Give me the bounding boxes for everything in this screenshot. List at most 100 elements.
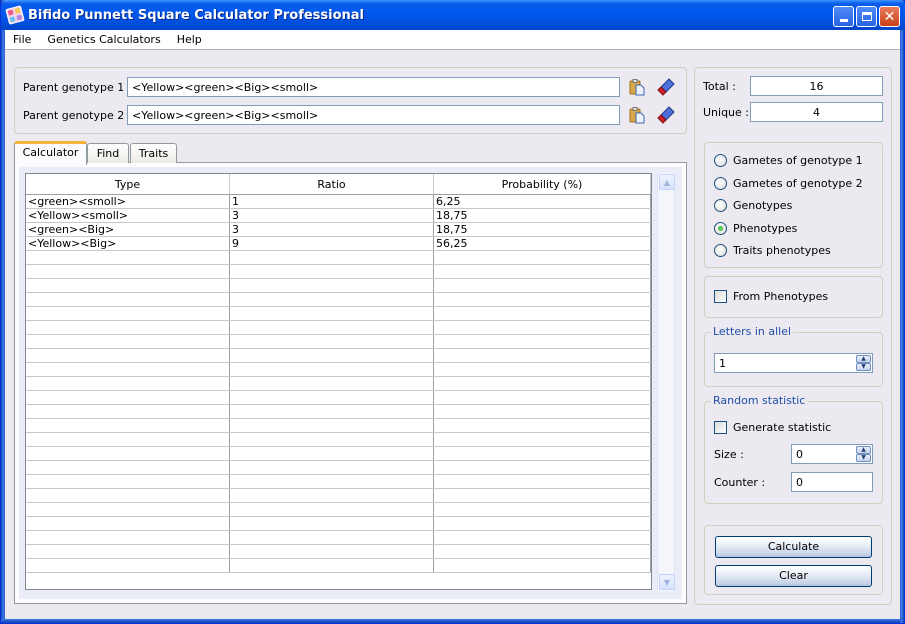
cell-empty[interactable] xyxy=(230,503,434,516)
cell-empty[interactable] xyxy=(230,489,434,502)
radio-phenotypes[interactable]: Phenotypes xyxy=(714,222,797,235)
cell-probability[interactable]: 56,25 xyxy=(434,237,651,250)
cell-empty[interactable] xyxy=(230,377,434,390)
cell-empty[interactable] xyxy=(230,363,434,376)
empty-table-row[interactable] xyxy=(26,307,651,321)
cell-type[interactable]: <Yellow><Big> xyxy=(26,237,230,250)
scroll-up-button[interactable]: ▲ xyxy=(659,174,675,190)
empty-table-row[interactable] xyxy=(26,419,651,433)
cell-empty[interactable] xyxy=(230,405,434,418)
empty-table-row[interactable] xyxy=(26,433,651,447)
letters-in-allel-stepper[interactable]: 1 ▲ ▼ xyxy=(714,353,873,373)
cell-empty[interactable] xyxy=(434,447,651,460)
radio-button[interactable] xyxy=(714,244,727,257)
counter-input[interactable]: 0 xyxy=(791,472,873,492)
cell-empty[interactable] xyxy=(434,517,651,530)
table-row[interactable]: <Yellow><Big> 9 56,25 xyxy=(26,237,651,251)
cell-empty[interactable] xyxy=(434,419,651,432)
spin-down-button[interactable]: ▼ xyxy=(856,363,871,371)
cell-empty[interactable] xyxy=(26,251,230,264)
cell-ratio[interactable]: 3 xyxy=(230,223,434,236)
radio-traits-phenotypes[interactable]: Traits phenotypes xyxy=(714,244,831,257)
table-row[interactable]: <Yellow><smoll> 3 18,75 xyxy=(26,209,651,223)
cell-ratio[interactable]: 1 xyxy=(230,195,434,208)
cell-empty[interactable] xyxy=(26,461,230,474)
cell-probability[interactable]: 18,75 xyxy=(434,223,651,236)
cell-empty[interactable] xyxy=(230,531,434,544)
empty-table-row[interactable] xyxy=(26,265,651,279)
empty-table-row[interactable] xyxy=(26,447,651,461)
paste-genotype-1-button[interactable] xyxy=(628,78,646,96)
radio-button[interactable] xyxy=(714,177,727,190)
cell-empty[interactable] xyxy=(434,489,651,502)
maximize-button[interactable] xyxy=(856,6,877,27)
cell-empty[interactable] xyxy=(230,461,434,474)
empty-table-row[interactable] xyxy=(26,559,651,573)
clear-genotype-2-button[interactable] xyxy=(657,106,675,124)
parent-genotype-2-input[interactable]: <Yellow><green><Big><smoll> xyxy=(127,105,620,125)
cell-empty[interactable] xyxy=(230,293,434,306)
cell-empty[interactable] xyxy=(434,391,651,404)
cell-empty[interactable] xyxy=(434,475,651,488)
empty-table-row[interactable] xyxy=(26,517,651,531)
tab-calculator[interactable]: Calculator xyxy=(14,141,87,165)
cell-empty[interactable] xyxy=(434,405,651,418)
cell-empty[interactable] xyxy=(434,251,651,264)
empty-table-row[interactable] xyxy=(26,349,651,363)
cell-empty[interactable] xyxy=(230,279,434,292)
cell-empty[interactable] xyxy=(434,545,651,558)
cell-empty[interactable] xyxy=(434,335,651,348)
empty-table-row[interactable] xyxy=(26,391,651,405)
cell-empty[interactable] xyxy=(434,531,651,544)
table-row[interactable]: <green><smoll> 1 6,25 xyxy=(26,195,651,209)
radio-button[interactable] xyxy=(714,199,727,212)
menu-help[interactable]: Help xyxy=(169,31,210,49)
cell-empty[interactable] xyxy=(230,419,434,432)
cell-empty[interactable] xyxy=(26,475,230,488)
clear-button[interactable]: Clear xyxy=(715,565,872,587)
cell-empty[interactable] xyxy=(230,475,434,488)
cell-type[interactable]: <Yellow><smoll> xyxy=(26,209,230,222)
empty-table-row[interactable] xyxy=(26,377,651,391)
cell-empty[interactable] xyxy=(230,433,434,446)
spin-down-button[interactable]: ▼ xyxy=(856,454,871,462)
radio-gametes-of-genotype-1[interactable]: Gametes of genotype 1 xyxy=(714,154,863,167)
scroll-down-button[interactable]: ▼ xyxy=(659,574,675,590)
column-header-ratio[interactable]: Ratio xyxy=(230,174,434,194)
size-stepper[interactable]: 0 ▲ ▼ xyxy=(791,444,873,464)
from-phenotypes-checkbox[interactable]: From Phenotypes xyxy=(714,290,828,303)
cell-empty[interactable] xyxy=(26,545,230,558)
cell-empty[interactable] xyxy=(26,265,230,278)
empty-table-row[interactable] xyxy=(26,293,651,307)
radio-genotypes[interactable]: Genotypes xyxy=(714,199,792,212)
cell-empty[interactable] xyxy=(434,461,651,474)
cell-empty[interactable] xyxy=(26,391,230,404)
cell-empty[interactable] xyxy=(230,517,434,530)
tab-find[interactable]: Find xyxy=(87,143,129,163)
empty-table-row[interactable] xyxy=(26,363,651,377)
title-bar[interactable]: Bifido Punnett Square Calculator Profess… xyxy=(1,0,905,30)
cell-empty[interactable] xyxy=(26,335,230,348)
cell-empty[interactable] xyxy=(434,559,651,572)
cell-empty[interactable] xyxy=(434,321,651,334)
cell-empty[interactable] xyxy=(434,279,651,292)
parent-genotype-1-input[interactable]: <Yellow><green><Big><smoll> xyxy=(127,77,620,97)
cell-probability[interactable]: 6,25 xyxy=(434,195,651,208)
cell-empty[interactable] xyxy=(230,265,434,278)
cell-empty[interactable] xyxy=(26,559,230,572)
empty-table-row[interactable] xyxy=(26,503,651,517)
radio-button[interactable] xyxy=(714,222,727,235)
cell-empty[interactable] xyxy=(26,349,230,362)
radio-button[interactable] xyxy=(714,154,727,167)
cell-empty[interactable] xyxy=(26,321,230,334)
calculate-button[interactable]: Calculate xyxy=(715,536,872,558)
empty-table-row[interactable] xyxy=(26,489,651,503)
cell-empty[interactable] xyxy=(230,335,434,348)
empty-table-row[interactable] xyxy=(26,475,651,489)
menu-file[interactable]: File xyxy=(5,31,39,49)
cell-empty[interactable] xyxy=(230,307,434,320)
cell-empty[interactable] xyxy=(434,293,651,306)
cell-empty[interactable] xyxy=(434,363,651,376)
column-header-type[interactable]: Type xyxy=(26,174,230,194)
radio-gametes-of-genotype-2[interactable]: Gametes of genotype 2 xyxy=(714,177,863,190)
